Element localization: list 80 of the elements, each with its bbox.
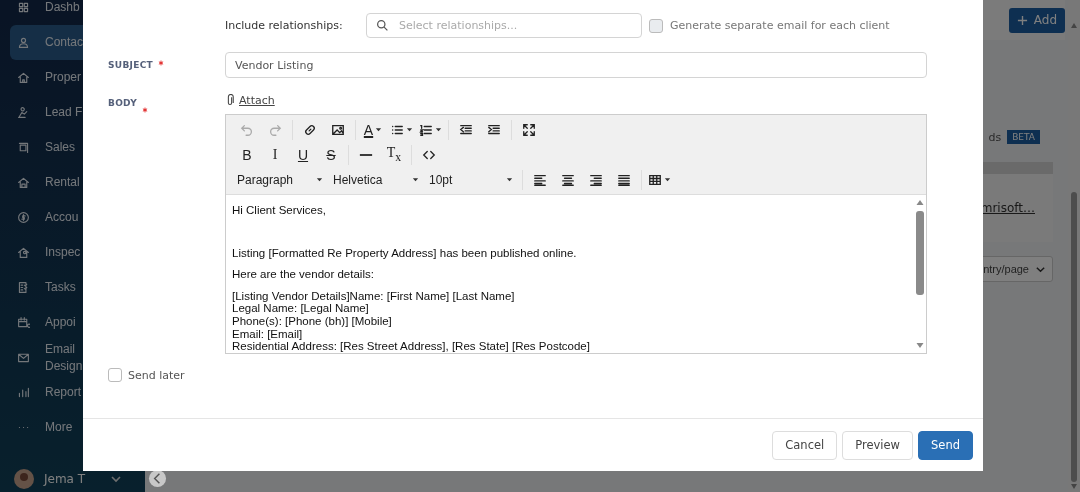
checkbox-label: Send later bbox=[128, 368, 185, 382]
body-text-line: Email: [Email] bbox=[232, 327, 304, 341]
forecolor-button[interactable]: A bbox=[359, 119, 387, 140]
sidebar-item[interactable]: Tasks bbox=[10, 270, 145, 305]
caret-icon bbox=[435, 126, 442, 133]
cancel-button[interactable]: Cancel bbox=[772, 430, 838, 460]
body-text-line: Legal Name: [Legal Name] bbox=[232, 302, 370, 315]
feature-label: ds bbox=[988, 130, 1002, 144]
nav-icon bbox=[17, 1, 30, 14]
body-text-line: Residential Address: [Res Street Address], [Res State] [Res Postcode] bbox=[232, 340, 591, 353]
redo-icon bbox=[268, 122, 282, 137]
nav-icon bbox=[17, 106, 30, 119]
caret-icon bbox=[406, 126, 413, 133]
nav-icon bbox=[17, 351, 30, 364]
body-text-line: Hi Client Services, bbox=[232, 204, 327, 217]
checkbox-label: Generate separate email for each client bbox=[670, 19, 890, 32]
underline-button[interactable]: U bbox=[289, 144, 317, 165]
caret-icon bbox=[664, 176, 671, 183]
numlist-icon bbox=[419, 122, 433, 137]
nav-icon bbox=[17, 176, 30, 189]
justify-icon bbox=[617, 172, 631, 187]
caret-icon bbox=[316, 176, 323, 183]
indent-icon bbox=[487, 122, 501, 137]
sidebar-item[interactable]: Rental bbox=[10, 165, 145, 200]
nav-icon bbox=[17, 281, 30, 294]
nav-icon bbox=[17, 141, 30, 154]
body-text-line: Phone(s): [Phone (bh)] [Mobile] bbox=[232, 314, 393, 328]
send-button[interactable]: Send bbox=[918, 430, 973, 460]
beta-badge: BETA bbox=[1007, 130, 1040, 144]
search-icon bbox=[376, 19, 389, 32]
subject-label: SUBJECT bbox=[108, 60, 153, 70]
attach-link[interactable]: Attach bbox=[225, 86, 275, 114]
aligncenter-icon bbox=[561, 172, 575, 187]
format-dropdown[interactable]: Paragraph bbox=[233, 169, 329, 190]
body-text-line: Listing [Formatted Re Property Address] has been published online. bbox=[232, 246, 578, 260]
avatar-icon bbox=[14, 469, 34, 489]
image-icon bbox=[331, 122, 345, 137]
format-dropdown[interactable]: Helvetica bbox=[329, 169, 425, 190]
outdent-icon bbox=[459, 122, 473, 137]
undo-icon bbox=[240, 122, 254, 137]
search-field[interactable]: Select relationships... bbox=[366, 13, 642, 38]
table-icon bbox=[648, 172, 662, 187]
strike-button[interactable]: S bbox=[317, 144, 345, 165]
nav-icon bbox=[17, 71, 30, 84]
alignleft-icon bbox=[533, 172, 547, 187]
nav-icon bbox=[17, 36, 30, 49]
preview-button[interactable]: Preview bbox=[842, 430, 914, 460]
sidebar-item[interactable]: Accou bbox=[10, 200, 145, 235]
body-label: BODY bbox=[108, 98, 138, 108]
body-text-line: Here are the vendor details: bbox=[232, 268, 375, 281]
sidebar-item[interactable]: More bbox=[10, 410, 145, 445]
nav-icon bbox=[17, 316, 30, 329]
horizontal-line-icon bbox=[359, 153, 373, 156]
chevron-down-icon[interactable] bbox=[110, 473, 122, 485]
add-button[interactable]: Add bbox=[1008, 7, 1065, 33]
caret-icon bbox=[412, 176, 419, 183]
sidebar-item[interactable]: Sales bbox=[10, 130, 145, 165]
sidebar-item[interactable]: Dashb bbox=[10, 0, 145, 25]
caret-icon bbox=[375, 126, 383, 133]
bold-button[interactable]: B bbox=[233, 144, 261, 165]
subject-field[interactable]: Vendor Listing bbox=[225, 52, 927, 78]
body-text-line: [Listing Vendor Details]Name: [First Name] [Last Name] bbox=[232, 289, 516, 303]
checkbox[interactable] bbox=[108, 368, 122, 382]
caret-icon bbox=[506, 176, 513, 183]
sidebar-item[interactable]: Appoi bbox=[10, 305, 145, 340]
fullscreen-icon bbox=[522, 122, 536, 137]
nav-icon bbox=[17, 386, 30, 399]
user-name[interactable]: Jema T bbox=[44, 472, 100, 486]
field-label: Include relationships: bbox=[225, 19, 344, 32]
paperclip-icon bbox=[225, 93, 235, 107]
checkbox[interactable] bbox=[649, 18, 663, 33]
plus-icon bbox=[1016, 14, 1028, 26]
alignright-icon bbox=[589, 172, 603, 187]
link-icon bbox=[303, 122, 317, 137]
format-dropdown[interactable]: 10pt bbox=[425, 169, 519, 190]
nav-icon bbox=[17, 246, 30, 259]
nav-icon bbox=[17, 211, 30, 224]
italic-button[interactable]: I bbox=[261, 144, 289, 165]
sidebar-item[interactable]: Inspec bbox=[10, 235, 145, 270]
removeformat-button[interactable]: T$_{x}$ bbox=[380, 144, 408, 165]
